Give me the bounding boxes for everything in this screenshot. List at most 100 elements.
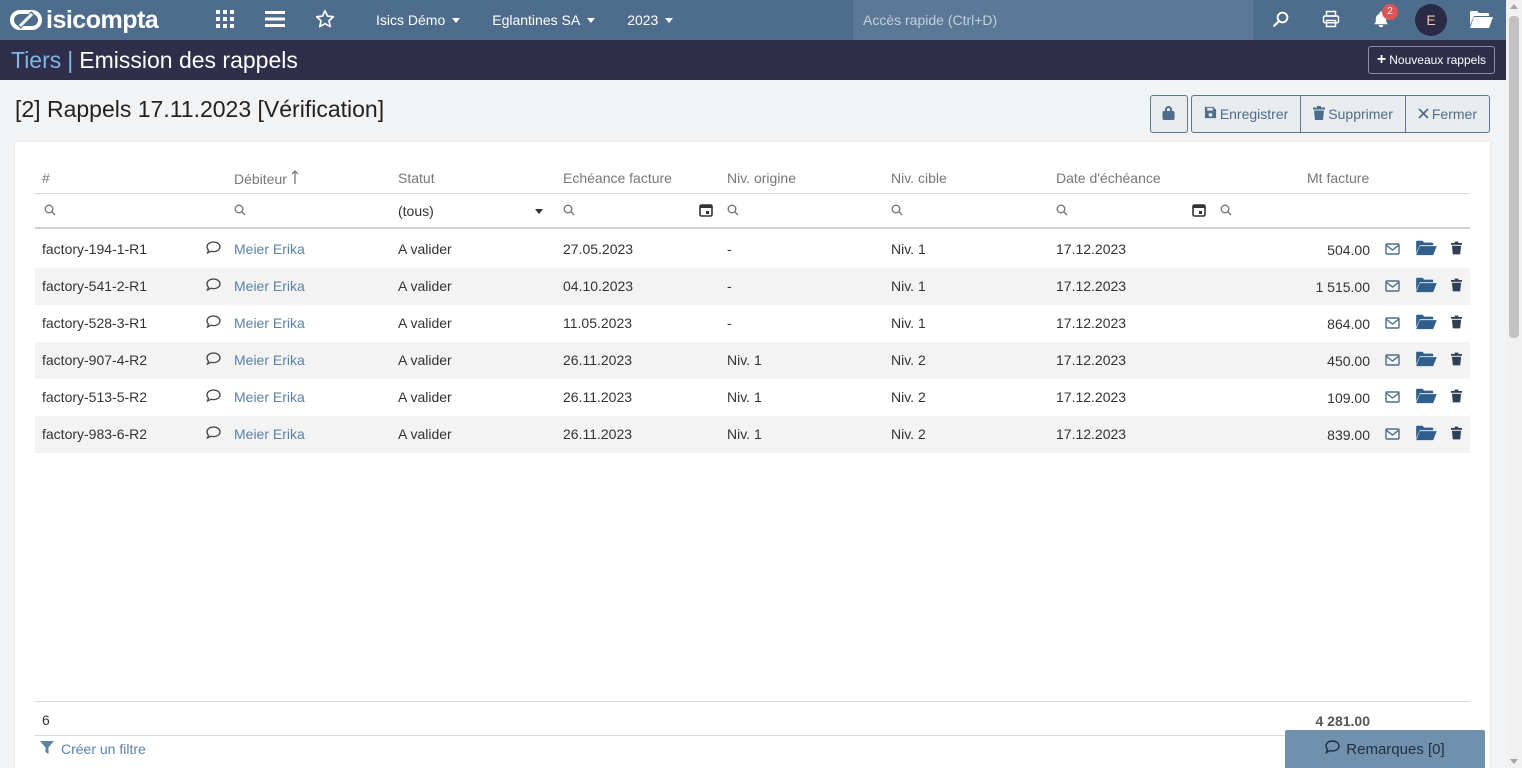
row-count: 6 bbox=[42, 712, 50, 728]
notification-badge: 2 bbox=[1382, 4, 1398, 20]
logo[interactable]: isicompta bbox=[10, 6, 200, 35]
debtor-link[interactable]: Meier Erika bbox=[234, 315, 305, 331]
table-header: # Débiteur Statut Echéance facture Niv. … bbox=[35, 162, 1470, 194]
due-date: 17.12.2023 bbox=[1056, 315, 1127, 331]
comment-icon[interactable] bbox=[206, 241, 221, 257]
table-row[interactable]: factory-513-5-R2 Meier Erika A valider 26.1… bbox=[35, 379, 1470, 416]
comment-icon[interactable] bbox=[206, 352, 221, 368]
calendar-icon[interactable] bbox=[699, 203, 713, 220]
user-menu[interactable]: E bbox=[1406, 0, 1456, 40]
column-header-due-date[interactable]: Date d'échéance bbox=[1056, 170, 1161, 186]
column-header-status[interactable]: Statut bbox=[398, 170, 435, 186]
target-level: Niv. 2 bbox=[891, 426, 926, 442]
column-header-origin-level[interactable]: Niv. origine bbox=[727, 170, 796, 186]
filter-id[interactable] bbox=[44, 195, 56, 227]
filter-amount[interactable] bbox=[1220, 195, 1232, 227]
print-icon bbox=[1322, 10, 1340, 31]
mail-icon[interactable] bbox=[1385, 279, 1400, 295]
vertical-scrollbar[interactable] bbox=[1506, 0, 1522, 768]
invoice-amount: 450.00 bbox=[1327, 353, 1370, 369]
dropdown-company[interactable]: Eglantines SA bbox=[476, 0, 611, 40]
calendar-icon[interactable] bbox=[1192, 203, 1206, 220]
search-icon bbox=[727, 203, 739, 219]
filter-debtor[interactable] bbox=[234, 195, 246, 227]
mail-icon[interactable] bbox=[1385, 427, 1400, 443]
table-row[interactable]: factory-194-1-R1 Meier Erika A valider 27.0… bbox=[35, 231, 1470, 268]
remarks-button[interactable]: Remarques [0] bbox=[1285, 730, 1485, 768]
origin-level: - bbox=[727, 278, 732, 294]
scroll-up-icon[interactable] bbox=[1510, 4, 1518, 9]
filter-origin-level[interactable] bbox=[727, 195, 739, 227]
new-reminders-button[interactable]: + Nouveaux rappels bbox=[1367, 46, 1495, 74]
comment-icon[interactable] bbox=[206, 315, 221, 331]
scrollbar-thumb[interactable] bbox=[1509, 16, 1519, 338]
folder-open-icon[interactable] bbox=[1415, 276, 1437, 296]
lock-button[interactable] bbox=[1149, 95, 1188, 133]
trash-icon[interactable] bbox=[1451, 315, 1462, 332]
column-header-debtor[interactable]: Débiteur bbox=[234, 170, 299, 187]
debtor-link[interactable]: Meier Erika bbox=[234, 241, 305, 257]
table-footer: 6 4 281.00 bbox=[35, 701, 1470, 736]
debtor-link[interactable]: Meier Erika bbox=[234, 278, 305, 294]
debtor-link[interactable]: Meier Erika bbox=[234, 426, 305, 442]
origin-level: - bbox=[727, 315, 732, 331]
invoice-due-date: 11.05.2023 bbox=[563, 315, 633, 331]
column-header-invoice-due[interactable]: Echéance facture bbox=[563, 170, 672, 186]
notifications-button[interactable]: 2 bbox=[1356, 0, 1406, 40]
trash-icon[interactable] bbox=[1451, 241, 1462, 258]
comment-icon[interactable] bbox=[206, 389, 221, 405]
trash-icon[interactable] bbox=[1451, 426, 1462, 443]
save-button[interactable]: Enregistrer bbox=[1192, 96, 1302, 132]
dropdown-company-group[interactable]: Isics Démo bbox=[360, 0, 476, 40]
open-folder-button[interactable] bbox=[1456, 0, 1506, 40]
filter-due-date[interactable] bbox=[1056, 195, 1206, 227]
comment-icon[interactable] bbox=[206, 278, 221, 294]
table-row[interactable]: factory-983-6-R2 Meier Erika A valider 26.1… bbox=[35, 416, 1470, 453]
due-date: 17.12.2023 bbox=[1056, 426, 1127, 442]
menu-button[interactable] bbox=[250, 0, 300, 40]
delete-button[interactable]: Supprimer bbox=[1301, 96, 1406, 132]
mail-icon[interactable] bbox=[1385, 242, 1400, 258]
favorites-button[interactable] bbox=[300, 0, 350, 40]
table-row[interactable]: factory-541-2-R1 Meier Erika A valider 04.1… bbox=[35, 268, 1470, 305]
apps-grid-button[interactable] bbox=[200, 0, 250, 40]
trash-icon[interactable] bbox=[1451, 278, 1462, 295]
trash-icon[interactable] bbox=[1451, 389, 1462, 406]
trash-icon bbox=[1313, 105, 1328, 123]
close-label: Fermer bbox=[1431, 106, 1477, 122]
invoice-amount: 839.00 bbox=[1327, 427, 1370, 443]
mail-icon[interactable] bbox=[1385, 353, 1400, 369]
column-header-id[interactable]: # bbox=[42, 170, 50, 186]
filter-target-level[interactable] bbox=[891, 195, 903, 227]
dropdown-year[interactable]: 2023 bbox=[611, 0, 689, 40]
debtor-link[interactable]: Meier Erika bbox=[234, 389, 305, 405]
column-header-amount[interactable]: Mt facture bbox=[1307, 170, 1369, 186]
folder-open-icon[interactable] bbox=[1415, 350, 1437, 370]
table-row[interactable]: factory-528-3-R1 Meier Erika A valider 11.0… bbox=[35, 305, 1470, 342]
column-label: Débiteur bbox=[234, 171, 287, 187]
grid-icon bbox=[216, 9, 234, 31]
trash-icon[interactable] bbox=[1451, 352, 1462, 369]
search-icon bbox=[1056, 203, 1068, 219]
status-text: A valider bbox=[398, 389, 452, 405]
table-row[interactable]: factory-907-4-R2 Meier Erika A valider 26.1… bbox=[35, 342, 1470, 379]
folder-open-icon[interactable] bbox=[1415, 387, 1437, 407]
breadcrumb-tiers[interactable]: Tiers bbox=[11, 47, 61, 74]
filter-status-select[interactable]: (tous) bbox=[398, 195, 543, 227]
search-icon bbox=[44, 203, 56, 219]
scroll-down-icon[interactable] bbox=[1510, 759, 1518, 764]
search-button[interactable] bbox=[1256, 0, 1306, 40]
print-button[interactable] bbox=[1306, 0, 1356, 40]
quick-access-input[interactable] bbox=[863, 12, 1243, 28]
close-button[interactable]: Fermer bbox=[1406, 96, 1489, 132]
filter-invoice-due[interactable] bbox=[563, 195, 713, 227]
folder-open-icon[interactable] bbox=[1415, 424, 1437, 444]
folder-open-icon[interactable] bbox=[1415, 239, 1437, 259]
mail-icon[interactable] bbox=[1385, 316, 1400, 332]
folder-open-icon[interactable] bbox=[1415, 313, 1437, 333]
mail-icon[interactable] bbox=[1385, 390, 1400, 406]
column-header-target-level[interactable]: Niv. cible bbox=[891, 170, 947, 186]
create-filter-link[interactable]: Créer un filtre bbox=[40, 741, 146, 757]
comment-icon[interactable] bbox=[206, 426, 221, 442]
debtor-link[interactable]: Meier Erika bbox=[234, 352, 305, 368]
